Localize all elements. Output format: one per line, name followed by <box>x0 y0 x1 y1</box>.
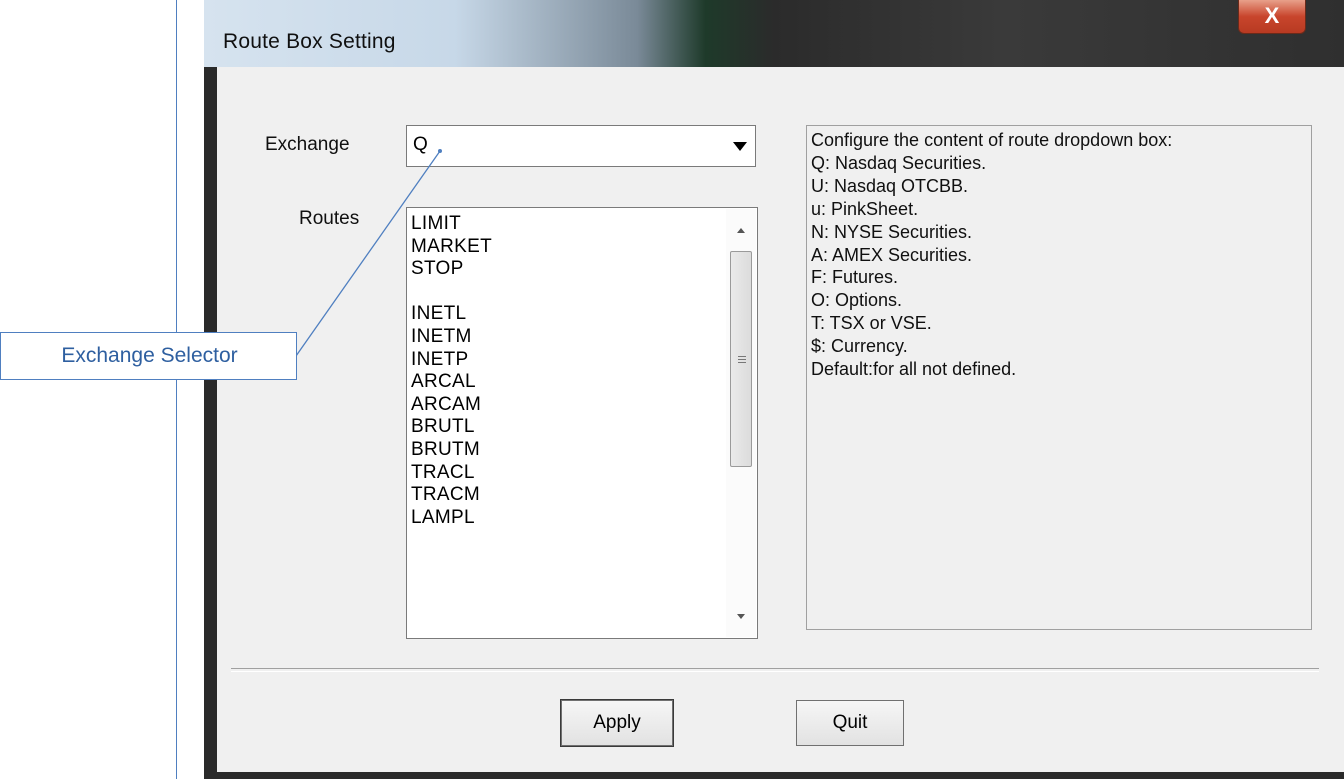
callout-label: Exchange Selector <box>61 344 238 367</box>
callout-leader <box>295 150 441 357</box>
callout-leader-line <box>295 149 442 357</box>
exchange-selector-callout: Exchange Selector <box>0 332 297 380</box>
callout-dot <box>438 149 442 153</box>
